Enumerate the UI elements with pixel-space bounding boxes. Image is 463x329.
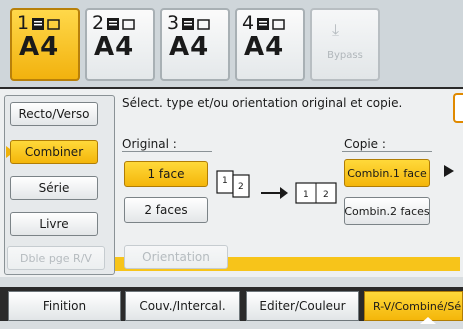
tray-3-button[interactable]: 3 A4 [160,8,230,81]
diagram-out-1: 1 [303,190,309,200]
tray-paper-size: A4 [94,32,135,62]
tab-finition[interactable]: Finition [8,291,121,321]
original-divider [122,151,212,152]
tab-couv-intercal[interactable]: Couv./Intercal. [125,291,240,321]
tab-rv-combine-serie[interactable]: R-V/Combiné/Sér [364,291,463,321]
combin-1-face-button[interactable]: Combin.1 face [344,159,430,187]
original-2-faces-button[interactable]: 2 faces [124,197,208,223]
diagram-page-1: 1 [222,176,228,186]
active-tab-notch-icon [420,317,436,324]
dble-pge-button[interactable]: Dble pge R/V [7,246,105,270]
tray-4-button[interactable]: 4 A4 [235,8,305,81]
tray-paper-icon [32,18,60,30]
bypass-arrow-icon: ⤓ [332,20,340,39]
copie-label: Copie : [344,137,386,151]
tray-paper-size: A4 [169,32,210,62]
tray-1-button[interactable]: 1 A4 [10,8,80,81]
combine-diagram-icon: 1 2 1 2 [216,170,337,204]
bypass-tray-button[interactable]: ⤓ Bypass [310,8,380,81]
tray-number: 1 [17,12,30,34]
tray-2-button[interactable]: 2 A4 [85,8,155,81]
orientation-button[interactable]: Orientation [124,245,228,269]
recto-verso-button[interactable]: Recto/Verso [10,102,98,126]
tray-paper-icon [257,18,285,30]
livre-button[interactable]: Livre [10,212,98,236]
tray-number: 2 [92,12,105,34]
bottom-tab-bar: Finition Couv./Intercal. Editer/Couleur … [0,277,463,329]
diagram-page-2: 2 [238,182,244,192]
mode-menu: Recto/Verso Combiner Série Livre Dble pg… [4,95,115,275]
diagram-out-2: 2 [323,190,329,200]
tray-number: 4 [242,12,255,34]
tray-paper-size: A4 [244,32,285,62]
tray-paper-size: A4 [19,32,60,62]
instruction-text: Sélect. type et/ou orientation original … [122,96,403,110]
duplex-combine-panel: Recto/Verso Combiner Série Livre Dble pg… [0,87,463,277]
partial-button[interactable] [453,93,463,123]
original-label: Original : [122,137,177,151]
combiner-button[interactable]: Combiner [10,140,98,164]
original-1-face-button[interactable]: 1 face [124,161,208,187]
copie-divider [342,151,432,152]
bypass-label: Bypass [327,50,363,61]
paper-tray-strip: 1 A4 2 A4 3 A4 4 A4 ⤓ Bypass [0,0,463,87]
tab-editer-couleur[interactable]: Editer/Couleur [246,291,359,321]
next-arrow-icon[interactable] [444,165,454,177]
combin-2-faces-button[interactable]: Combin.2 faces [344,197,430,225]
tray-number: 3 [167,12,180,34]
serie-button[interactable]: Série [10,176,98,200]
tray-paper-icon [107,18,135,30]
tray-paper-icon [182,18,210,30]
